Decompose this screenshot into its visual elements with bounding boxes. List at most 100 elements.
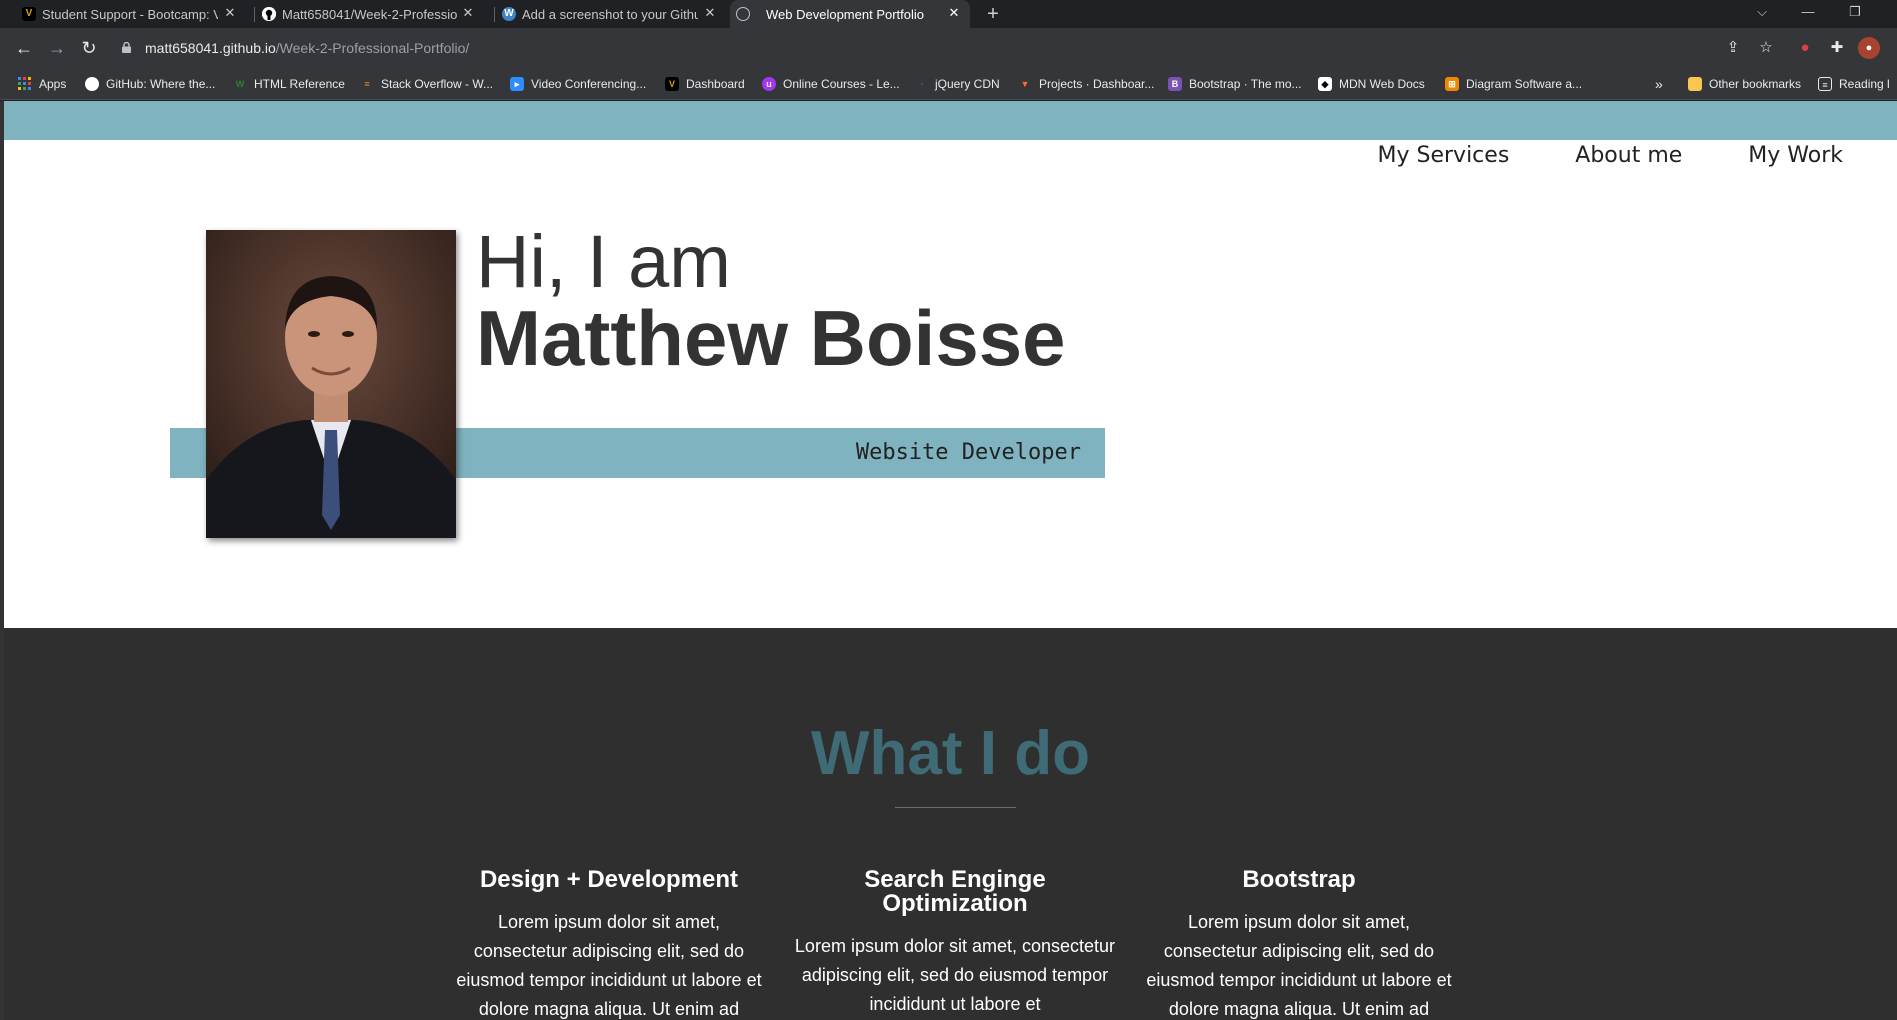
bookmark-diagram-software[interactable]: ⊞ Diagram Software a... [1445, 74, 1582, 94]
tab-label: Add a screenshot to your Github [522, 6, 698, 22]
nav-link-my-services[interactable]: My Services [1378, 143, 1510, 168]
reload-icon[interactable]: ↻ [77, 37, 101, 61]
bookmark-label: Online Courses - Le... [783, 77, 900, 91]
bookmark-label: Projects · Dashboar... [1039, 77, 1155, 91]
what-i-do-section: What I do Design + Development Lorem ips… [4, 628, 1897, 1020]
vanderbilt-icon: V [22, 7, 36, 21]
bookmark-label: MDN Web Docs [1339, 77, 1425, 91]
bookmark-apps[interactable]: Apps [18, 74, 66, 94]
tab-divider [254, 7, 255, 22]
hero-name: Matthew Boisse [476, 294, 1066, 382]
service-card-bootstrap: Bootstrap Lorem ipsum dolor sit amet, co… [1139, 868, 1459, 1020]
url-text: matt658041.github.io/Week-2-Professional… [145, 40, 469, 56]
extension-record-icon[interactable]: ● [1794, 37, 1816, 59]
close-icon[interactable]: ✕ [460, 5, 476, 21]
nav-link-about-me[interactable]: About me [1575, 143, 1682, 168]
address-bar[interactable]: matt658041.github.io/Week-2-Professional… [110, 33, 1790, 63]
bookmark-label: Dashboard [686, 77, 745, 91]
bookmark-label: GitHub: Where the... [106, 77, 216, 91]
tab-label: Matt658041/Week-2-Professiona [282, 6, 458, 22]
hero-role: Website Developer [855, 440, 1081, 465]
tab-github-repo[interactable]: Matt658041/Week-2-Professiona ✕ [256, 0, 484, 28]
service-card-design-development: Design + Development Lorem ipsum dolor s… [449, 868, 769, 1020]
w3-icon: W [235, 79, 245, 89]
udemy-icon: u [762, 77, 776, 91]
jquery-icon: ◔ [918, 79, 924, 89]
close-icon[interactable]: ✕ [946, 5, 962, 21]
lock-icon [122, 42, 131, 53]
bookmark-label: jQuery CDN [935, 77, 1000, 91]
bookmark-label: Diagram Software a... [1466, 77, 1583, 91]
page-viewport[interactable]: My Services About me My Work Website Dev… [4, 101, 1897, 1020]
bookmark-mdn-web-docs[interactable]: ◆ MDN Web Docs [1318, 74, 1425, 94]
apps-grid-icon [18, 77, 32, 91]
bookmark-projects-dashboard[interactable]: ▼ Projects · Dashboar... [1018, 74, 1155, 94]
url-domain: matt658041.github.io [145, 40, 276, 56]
bookmarks-bar: Apps GitHub: Where the... W HTML Referenc… [0, 68, 1897, 100]
bookmark-html-reference[interactable]: W HTML Reference [233, 74, 345, 94]
bookmark-bootstrap[interactable]: B Bootstrap · The mo... [1168, 74, 1302, 94]
bookmark-dashboard[interactable]: V Dashboard [665, 74, 745, 94]
bookmark-github[interactable]: GitHub: Where the... [85, 74, 215, 94]
share-icon[interactable]: ⇪ [1722, 37, 1744, 59]
bookmark-label: Other bookmarks [1709, 77, 1802, 91]
profile-avatar[interactable]: ● [1858, 37, 1880, 59]
header-accent-band [4, 101, 1897, 140]
bookmark-label: Bootstrap · The mo... [1189, 77, 1302, 91]
bookmark-label: HTML Reference [254, 77, 345, 91]
tab-web-development-portfolio[interactable]: Web Development Portfolio ✕ [730, 0, 970, 28]
wordpress-icon: W [502, 7, 516, 21]
url-path: /Week-2-Professional-Portfolio/ [275, 40, 470, 56]
bookmark-video-conferencing[interactable]: ▸ Video Conferencing... [510, 74, 646, 94]
service-title: Design + Development [479, 866, 739, 893]
globe-icon [736, 7, 750, 21]
forward-arrow-icon[interactable]: → [45, 37, 69, 61]
minimize-icon[interactable]: — [1793, 0, 1823, 24]
bookmark-star-icon[interactable]: ☆ [1755, 37, 1777, 59]
bookmark-online-courses[interactable]: u Online Courses - Le... [762, 74, 900, 94]
browser-tab-strip: V Student Support - Bootcamp: VU ✕ Matt6… [0, 0, 1897, 28]
bookmark-label: Video Conferencing... [531, 77, 647, 91]
bookmark-jquery-cdn[interactable]: ◔ jQuery CDN [914, 74, 1000, 94]
bookmark-stack-overflow[interactable]: ≡ Stack Overflow - W... [360, 74, 493, 94]
gitlab-icon: ▼ [1020, 79, 1030, 89]
service-card-seo: Search Enginge Optimization Lorem ipsum … [794, 868, 1116, 1019]
vanderbilt-icon: V [665, 77, 679, 91]
section-divider [895, 807, 1016, 808]
close-icon[interactable]: ✕ [702, 5, 718, 21]
github-icon [262, 7, 276, 21]
reading-list-icon: ≡ [1818, 77, 1832, 91]
extensions-puzzle-icon[interactable]: ✚ [1826, 37, 1848, 59]
service-text: Lorem ipsum dolor sit amet, consectetur … [456, 912, 762, 1019]
tab-add-screenshot[interactable]: W Add a screenshot to your Github ✕ [496, 0, 726, 28]
bookmark-label: Apps [39, 77, 67, 91]
zoom-icon: ▸ [510, 77, 524, 91]
bookmarks-overflow-chevron-icon[interactable]: » [1655, 74, 1663, 94]
service-text: Lorem ipsum dolor sit amet, consectetur … [794, 936, 1116, 1014]
profile-photo [206, 230, 456, 538]
nav-link-my-work[interactable]: My Work [1748, 143, 1843, 168]
bookmark-other-bookmarks[interactable]: Other bookmarks [1688, 74, 1801, 94]
bookmark-reading-list[interactable]: ≡ Reading l [1818, 74, 1897, 94]
tab-student-support[interactable]: V Student Support - Bootcamp: VU ✕ [16, 0, 246, 28]
tab-search-chevron-icon[interactable]: ⌵ [1747, 0, 1777, 24]
bookmark-label: Stack Overflow - W... [381, 77, 494, 91]
tab-divider [494, 7, 495, 22]
close-icon[interactable]: ✕ [222, 5, 238, 21]
tab-label: Web Development Portfolio [766, 6, 925, 22]
github-icon [85, 77, 99, 91]
diagram-icon: ⊞ [1445, 77, 1459, 91]
folder-icon [1688, 77, 1702, 91]
service-text: Lorem ipsum dolor sit amet, consectetur … [1146, 912, 1452, 1019]
hero-greeting: Hi, I am [476, 220, 731, 303]
restore-icon[interactable]: ❐ [1840, 0, 1870, 24]
stackoverflow-icon: ≡ [364, 79, 370, 89]
bookmark-label: Reading l [1839, 77, 1890, 91]
tab-label: Student Support - Bootcamp: VU [42, 6, 218, 22]
new-tab-button[interactable]: + [981, 2, 1005, 26]
service-title: Search Enginge Optimization [864, 866, 1046, 917]
bootstrap-icon: B [1168, 77, 1182, 91]
section-title: What I do [811, 719, 1090, 788]
site-navigation: My Services About me My Work [1378, 143, 1843, 168]
back-arrow-icon[interactable]: ← [12, 37, 36, 61]
